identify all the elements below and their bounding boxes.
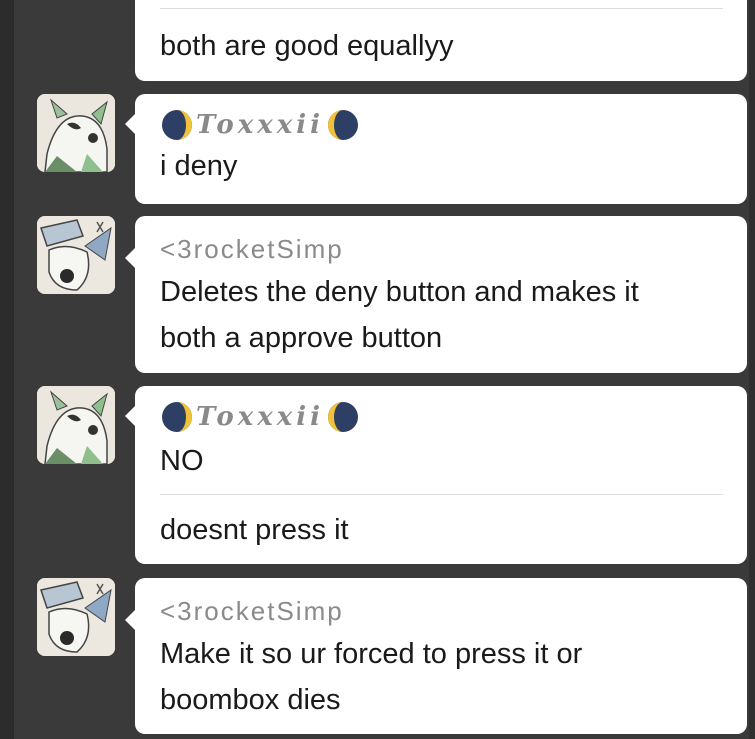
message-text: boombox dies bbox=[160, 684, 341, 716]
message-bubble-continuation[interactable]: both are good equallyy bbox=[135, 0, 747, 81]
bubble-tail bbox=[125, 114, 135, 134]
sender-name[interactable]: Toxxxii bbox=[196, 110, 324, 140]
sender-name[interactable]: Toxxxii bbox=[196, 402, 324, 432]
avatar-rocketsimp[interactable] bbox=[37, 216, 115, 294]
moon-icon bbox=[162, 110, 192, 140]
moon-icon bbox=[327, 110, 358, 140]
message-bubble[interactable]: Toxxxii i deny bbox=[125, 94, 747, 204]
avatar-image bbox=[37, 386, 115, 464]
sender-name[interactable]: <3rocketSimp bbox=[160, 234, 344, 264]
bubble-tail bbox=[125, 406, 135, 426]
sender-row: Toxxxii bbox=[160, 108, 360, 142]
avatar-toxxxii[interactable] bbox=[37, 94, 115, 172]
message-text: i deny bbox=[160, 150, 238, 182]
scrollbar-track[interactable] bbox=[749, 0, 755, 739]
message-text: Make it so ur forced to press it or bbox=[160, 638, 583, 670]
avatar-image bbox=[37, 216, 115, 294]
avatar-rocketsimp[interactable] bbox=[37, 578, 115, 656]
message-divider bbox=[160, 8, 723, 9]
message-bubble[interactable]: Toxxxii NO doesnt press it bbox=[125, 386, 747, 564]
avatar-image bbox=[37, 94, 115, 172]
moon-icon bbox=[162, 402, 192, 432]
moon-icon bbox=[327, 402, 358, 432]
message-text-followup: doesnt press it bbox=[160, 514, 349, 546]
sender-row: Toxxxii bbox=[160, 400, 360, 434]
chat-left-edge bbox=[0, 0, 14, 739]
message-text: Deletes the deny button and makes it bbox=[160, 276, 639, 308]
bubble-tail bbox=[125, 248, 135, 268]
message-text: both are good equallyy bbox=[160, 30, 454, 62]
message-text: NO bbox=[160, 445, 204, 477]
bubble-tail bbox=[125, 610, 135, 630]
avatar-image bbox=[37, 578, 115, 656]
message-bubble[interactable]: <3rocketSimp Make it so ur forced to pre… bbox=[125, 578, 747, 734]
message-text: both a approve button bbox=[160, 322, 443, 354]
avatar-toxxxii[interactable] bbox=[37, 386, 115, 464]
sender-name[interactable]: <3rocketSimp bbox=[160, 596, 344, 626]
message-bubble[interactable]: <3rocketSimp Deletes the deny button and… bbox=[125, 216, 747, 373]
message-divider bbox=[160, 494, 723, 495]
